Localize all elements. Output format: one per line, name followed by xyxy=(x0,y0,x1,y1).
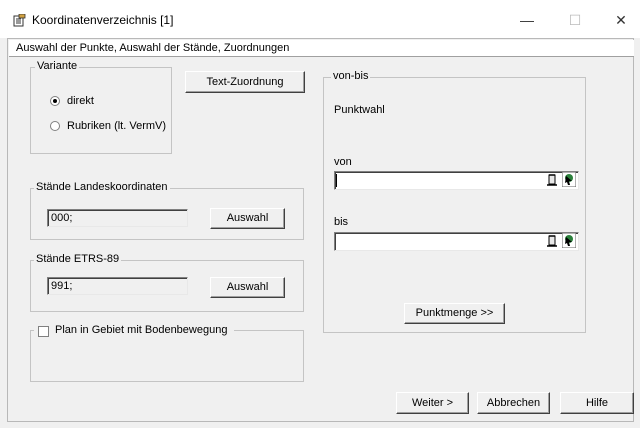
app-icon xyxy=(13,14,26,27)
plan-gebiet-label[interactable]: Plan in Gebiet mit Bodenbewegung xyxy=(55,324,227,336)
von-label: von xyxy=(334,156,352,168)
window-title: Koordinatenverzeichnis [1] xyxy=(32,13,174,27)
auswahl-landes-button[interactable]: Auswahl xyxy=(210,208,285,229)
title-bar: Koordinatenverzeichnis [1] — ☐ ✕ xyxy=(0,0,640,38)
von-bis-legend: von-bis xyxy=(331,70,371,82)
abbrechen-button[interactable]: Abbrechen xyxy=(477,392,550,414)
pick-cursor-icon[interactable] xyxy=(562,172,576,187)
pencil-icon[interactable] xyxy=(546,173,558,187)
staende-landes-legend: Stände Landeskoordinaten xyxy=(34,181,170,193)
von-input[interactable] xyxy=(334,171,579,190)
text-cursor xyxy=(336,174,337,187)
bis-input[interactable] xyxy=(334,232,579,251)
text-zuordnung-button[interactable]: Text-Zuordnung xyxy=(185,71,305,93)
pencil-icon[interactable] xyxy=(546,234,558,248)
plan-gebiet-legend: Plan in Gebiet mit Bodenbewegung xyxy=(34,324,234,338)
weiter-button[interactable]: Weiter > xyxy=(396,392,469,414)
radio-rubriken[interactable] xyxy=(50,121,60,131)
staende-etrs-field[interactable]: 991; xyxy=(47,277,188,295)
bis-label: bis xyxy=(334,216,349,228)
tab-label: Auswahl der Punkte, Auswahl der Stände, … xyxy=(16,42,290,54)
radio-rubriken-label[interactable]: Rubriken (lt. VermV) xyxy=(67,120,166,132)
staende-etrs-legend: Stände ETRS-89 xyxy=(34,253,122,265)
auswahl-etrs-button[interactable]: Auswahl xyxy=(210,277,285,298)
radio-direkt[interactable] xyxy=(50,96,60,106)
punktwahl-label: Punktwahl xyxy=(334,104,385,116)
variante-group xyxy=(30,67,172,154)
staende-landes-field[interactable]: 000; xyxy=(47,209,188,227)
radio-selected-dot xyxy=(53,99,57,103)
plan-gebiet-checkbox[interactable] xyxy=(38,326,49,337)
close-button[interactable]: ✕ xyxy=(606,10,636,30)
punktmenge-button[interactable]: Punktmenge >> xyxy=(404,303,505,324)
variante-legend: Variante xyxy=(35,60,80,72)
hilfe-button[interactable]: Hilfe xyxy=(560,392,634,414)
tab-auswahl[interactable]: Auswahl der Punkte, Auswahl der Stände, … xyxy=(9,40,634,57)
pick-cursor-icon[interactable] xyxy=(562,233,576,248)
maximize-button[interactable]: ☐ xyxy=(560,10,590,30)
radio-direkt-label[interactable]: direkt xyxy=(67,95,94,107)
minimize-button[interactable]: — xyxy=(512,10,542,30)
